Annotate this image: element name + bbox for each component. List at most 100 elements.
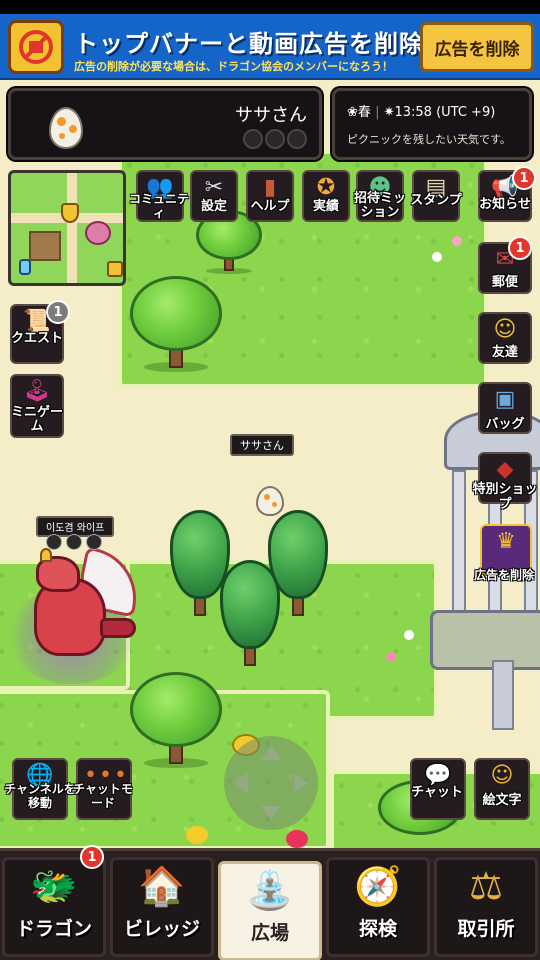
fountain-icon: ⛲ xyxy=(246,868,294,912)
achievements-label: 実績 xyxy=(312,199,339,214)
dragon-horn xyxy=(40,548,52,562)
player-nametag: ササさん xyxy=(230,434,294,456)
remove-ads-side-label: 広告を削除 xyxy=(473,568,534,582)
joystick-icon: 🕹 xyxy=(23,379,51,404)
treasure-icon: ◆ xyxy=(496,457,514,482)
nav-tab-village[interactable]: 🏠 ビレッジ xyxy=(110,857,214,957)
ad-banner-subtitle: 広告の削除が必要な場合は、ドラゴン協会のメンバーになろう！ xyxy=(74,60,393,73)
building-column xyxy=(452,470,466,620)
mail-label: 郵便 xyxy=(491,275,518,290)
npc-status-icons xyxy=(46,534,104,550)
arrow-left-icon xyxy=(234,773,248,793)
medal-icon: ✪ xyxy=(316,175,336,200)
dragon-character[interactable] xyxy=(6,546,146,684)
player-name: ササさん xyxy=(235,105,307,126)
quest-text: クエスト xyxy=(10,331,63,346)
minigame-label: ミニゲーム xyxy=(8,406,66,434)
quest-badge: 1 xyxy=(46,300,70,324)
friends-label: 友達 xyxy=(491,345,518,360)
crown-portrait-icon: ♛ xyxy=(496,529,516,554)
bottom-navigation: 🐲 ドラゴン 1 🏠 ビレッジ ⛲ 広場 🧭 探検 ⚖ 取引所 xyxy=(0,845,540,960)
clover-icon: ❀ xyxy=(347,105,358,120)
round-tree xyxy=(130,672,222,768)
round-tree xyxy=(130,276,222,372)
compass-icon: 🧭 xyxy=(354,864,402,908)
minimap-player-marker xyxy=(19,259,31,275)
dragon-badge: 1 xyxy=(80,845,104,869)
companion-slot[interactable] xyxy=(265,129,285,149)
chat-mode-text: チャットモード xyxy=(73,782,133,810)
special-shop-text: 特別ショップ xyxy=(472,482,538,512)
tall-tree xyxy=(220,560,280,666)
minimap[interactable] xyxy=(8,170,126,286)
channel-move-text: チャンネルを移動 xyxy=(4,782,76,810)
arrow-up-icon xyxy=(261,746,281,760)
community-label: コミュニティ xyxy=(128,192,189,220)
flower xyxy=(452,236,462,246)
nav-tab-label: 取引所 xyxy=(457,918,515,940)
emoji-face-icon: ☺ xyxy=(490,763,514,788)
tools-icon: ✂ xyxy=(204,175,224,200)
companion-slot[interactable] xyxy=(287,129,307,149)
channel-move-label: チャンネルを移動 xyxy=(4,782,76,810)
invite-mission-label: 招待ミッション xyxy=(350,192,410,220)
help-button[interactable]: ▮ xyxy=(246,170,294,222)
player-egg-character[interactable] xyxy=(256,486,284,516)
flower xyxy=(404,630,414,640)
help-label: ヘルプ xyxy=(250,199,290,214)
notice-label: お知らせ xyxy=(479,197,531,212)
minimap-zoom-icon[interactable] xyxy=(107,261,123,277)
notice-badge: 1 xyxy=(512,166,536,190)
dragon-icon: 🐲 xyxy=(30,864,78,908)
bag-label: バッグ xyxy=(485,417,525,432)
status-bar xyxy=(0,0,540,14)
nav-tab-trade[interactable]: ⚖ 取引所 xyxy=(434,857,538,957)
arrow-right-icon xyxy=(294,773,308,793)
house-icon: 🏠 xyxy=(138,864,186,908)
companion-slot[interactable] xyxy=(243,129,263,149)
arrow-down-icon xyxy=(261,806,281,820)
achievements-button[interactable]: ✪ xyxy=(302,170,350,222)
minimap-building xyxy=(85,221,111,245)
invite-mission-text: 招待ミッション xyxy=(353,191,406,220)
nav-tab-label: 探検 xyxy=(358,918,397,940)
sun-icon: ✷ xyxy=(383,105,395,120)
chat-label: チャット xyxy=(411,785,463,800)
weather-time: ❀春 | ✷13:58 (UTC +9) xyxy=(347,105,496,120)
backpack-icon: ▣ xyxy=(494,387,516,412)
season-label: 春 xyxy=(357,105,371,120)
dragon-tail xyxy=(100,618,136,638)
emoji-label: 絵文字 xyxy=(482,793,522,808)
settings-button[interactable]: ✂ xyxy=(190,170,238,222)
minimap-shield-marker xyxy=(61,203,79,223)
nav-tab-label: ビレッジ xyxy=(123,918,200,940)
nav-tab-dragon[interactable]: 🐲 ドラゴン xyxy=(2,857,106,957)
minigame-text: ミニゲーム xyxy=(10,405,63,434)
nav-tab-plaza[interactable]: ⛲ 広場 xyxy=(218,861,322,960)
building-base xyxy=(430,610,540,670)
player-panel[interactable]: ササさん xyxy=(8,88,322,160)
mail-badge: 1 xyxy=(508,236,532,260)
minimap-field xyxy=(29,231,61,261)
clock-time: 13:58 (UTC +9) xyxy=(394,105,496,120)
quest-label: クエスト xyxy=(8,332,66,346)
flower xyxy=(186,826,208,844)
chat-mode-label: チャットモード xyxy=(70,782,136,810)
scale-icon: ⚖ xyxy=(468,864,504,908)
flower xyxy=(432,252,442,262)
ad-banner[interactable]: トップバナーと動画広告を削除！ 広告の削除が必要な場合は、ドラゴン協会のメンバー… xyxy=(0,14,540,80)
egg-icon xyxy=(49,107,83,149)
stamp-label: スタンプ xyxy=(410,193,462,208)
flower xyxy=(386,652,396,662)
friends-icon: ☺ xyxy=(493,317,517,342)
nav-tab-label: ドラゴン xyxy=(15,918,92,940)
remove-ads-button[interactable]: 広告を削除 xyxy=(420,22,534,72)
book-icon: ▮ xyxy=(263,175,277,200)
special-shop-label: 特別ショップ xyxy=(470,482,540,512)
nav-tab-label: 広場 xyxy=(250,922,289,944)
weather-panel: ❀春 | ✷13:58 (UTC +9) ピクニックを残したい天気です。 xyxy=(332,88,532,160)
emoji-button[interactable]: ☺ xyxy=(474,758,530,820)
virtual-joystick[interactable] xyxy=(224,736,318,830)
nav-tab-explore[interactable]: 🧭 探検 xyxy=(326,857,430,957)
lamp-post xyxy=(492,660,514,730)
